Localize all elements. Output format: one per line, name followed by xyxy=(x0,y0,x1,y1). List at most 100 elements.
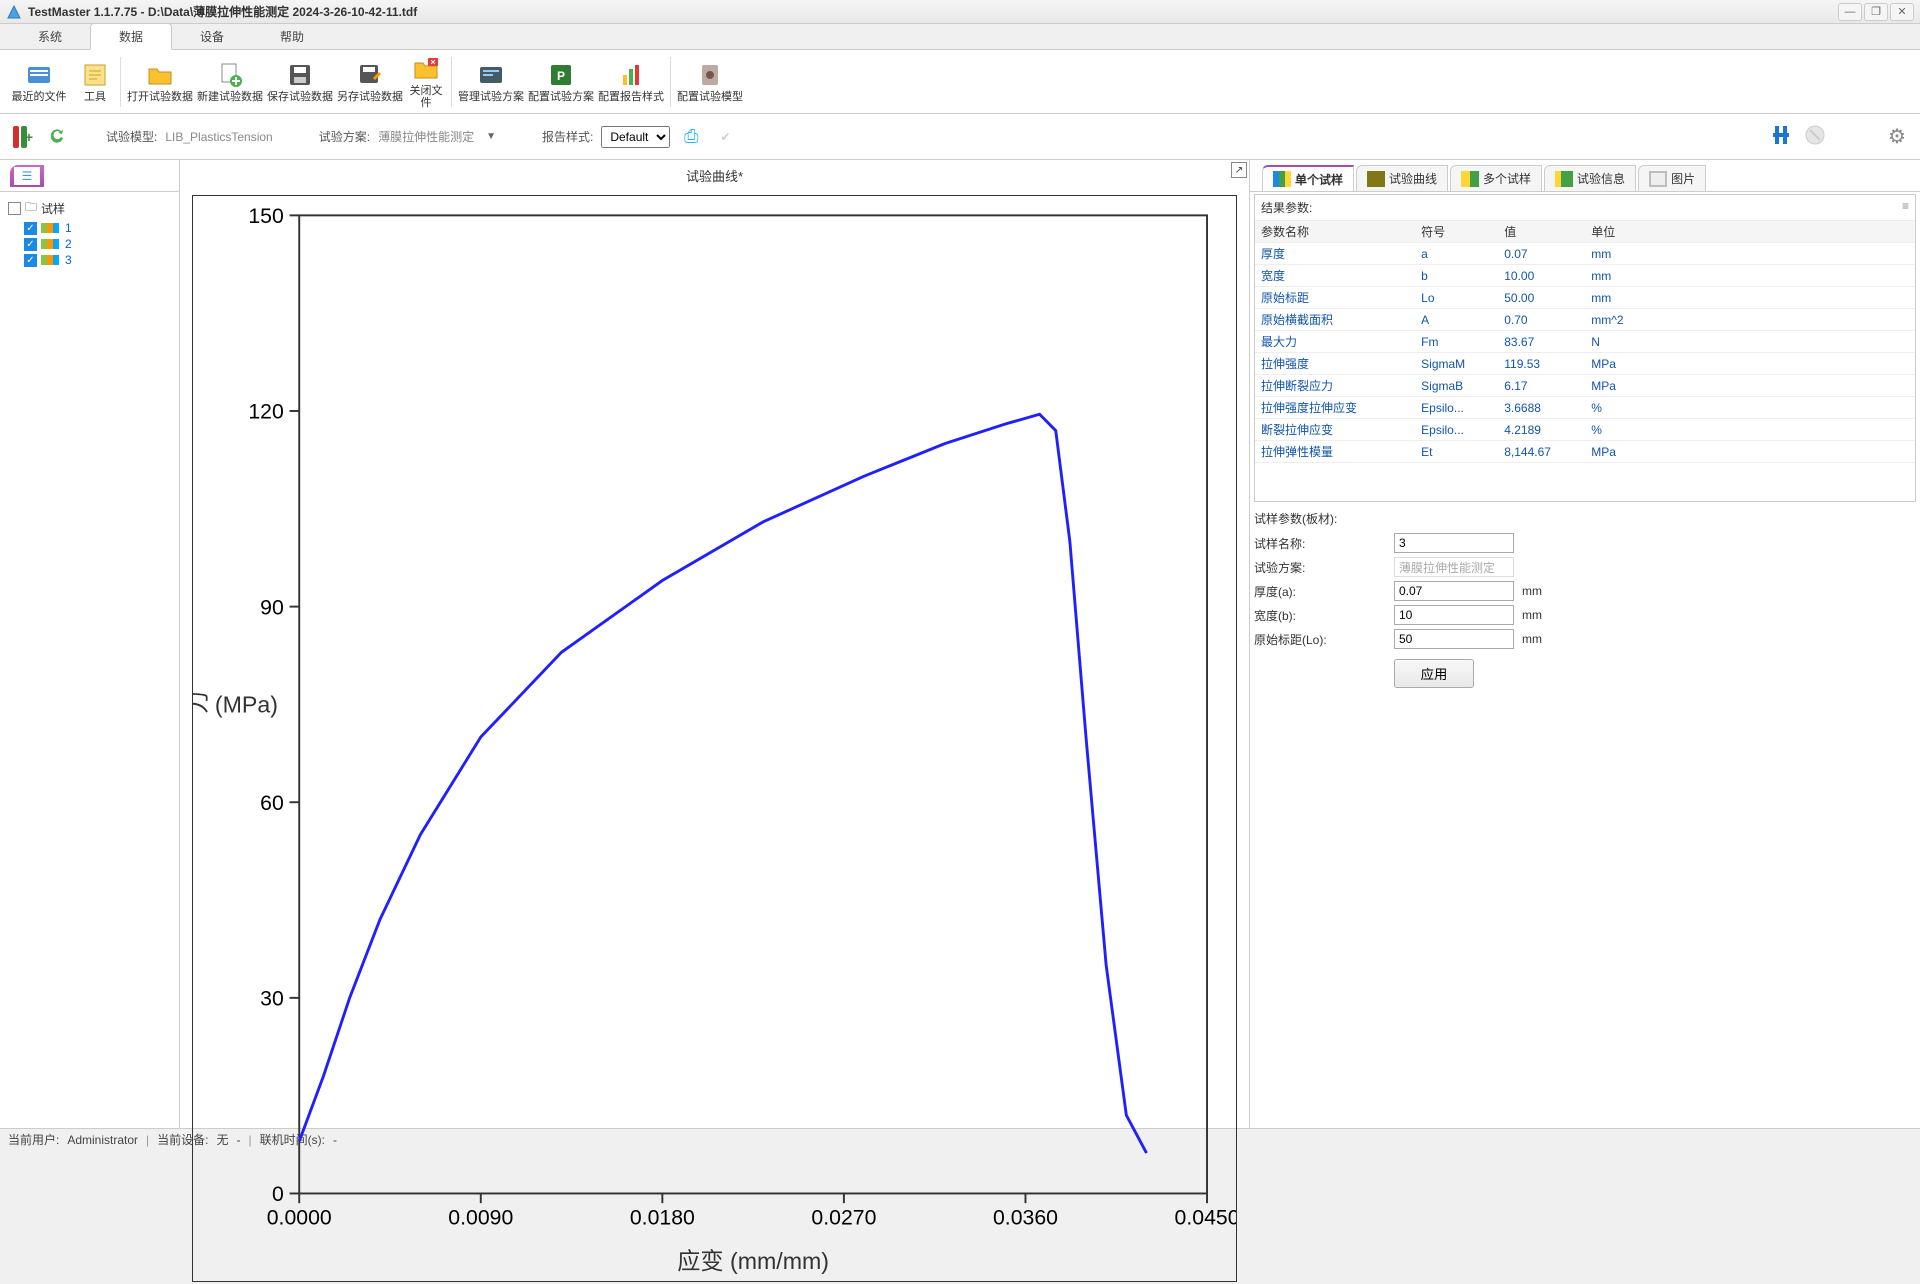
close-file-button[interactable]: 关闭文件 xyxy=(405,52,447,112)
chart-expand-button[interactable]: ↗ xyxy=(1231,162,1247,178)
saveas-icon xyxy=(356,61,384,89)
tree-root-label: 试样 xyxy=(41,200,65,217)
menu-data[interactable]: 数据 xyxy=(90,23,172,50)
sample-scheme-input xyxy=(1394,557,1514,577)
apply-button[interactable]: 应用 xyxy=(1394,659,1474,688)
tree-item[interactable]: ✓3 xyxy=(24,253,171,267)
separator xyxy=(120,57,121,107)
refresh-button[interactable] xyxy=(44,124,70,150)
open-folder-icon xyxy=(146,61,174,89)
results-table: 参数名称 符号 值 单位 厚度a0.07mm宽度b10.00mm原始标距Lo50… xyxy=(1255,221,1915,463)
table-row[interactable]: 拉伸弹性模量Et8,144.67MPa xyxy=(1255,441,1915,463)
device-icon xyxy=(1770,124,1792,149)
specimen-thumb-icon xyxy=(41,223,59,233)
print-icon: ⎙ xyxy=(684,126,698,147)
tree-root-checkbox[interactable] xyxy=(8,202,21,215)
tree-root[interactable]: 🗀 试样 xyxy=(8,198,171,219)
maximize-button[interactable]: ❐ xyxy=(1864,3,1888,21)
specimen-panel-tab[interactable]: ☰ xyxy=(10,165,44,187)
folder-icon: 🗀 xyxy=(25,198,37,219)
specimen-thumb-icon xyxy=(41,255,59,265)
tools-button[interactable]: 工具 xyxy=(74,52,116,112)
table-row[interactable]: 最大力Fm83.67N xyxy=(1255,331,1915,353)
tree-item-checkbox[interactable]: ✓ xyxy=(24,238,37,251)
curve-tab-icon xyxy=(1367,171,1385,187)
tab-single[interactable]: 单个试样 xyxy=(1262,165,1354,191)
status-user-label: 当前用户: xyxy=(8,1131,59,1148)
gauge-unit: mm xyxy=(1522,632,1542,646)
table-row[interactable]: 拉伸强度拉伸应变Epsilo...3.6688% xyxy=(1255,397,1915,419)
width-input[interactable] xyxy=(1394,605,1514,625)
window-title: TestMaster 1.1.7.75 - D:\Data\薄膜拉伸性能测定 2… xyxy=(28,3,1838,20)
tree-item-checkbox[interactable]: ✓ xyxy=(24,254,37,267)
tab-info[interactable]: 试验信息 xyxy=(1544,165,1636,191)
col-unit[interactable]: 单位 xyxy=(1585,221,1651,243)
specimen-thumb-icon xyxy=(41,239,59,249)
config-report-icon xyxy=(617,61,645,89)
gauge-label: 原始标距(Lo): xyxy=(1254,631,1394,648)
svg-text:0: 0 xyxy=(272,1182,284,1206)
tree-item[interactable]: ✓2 xyxy=(24,237,171,251)
refresh-icon xyxy=(47,125,67,148)
svg-text:应变 (mm/mm): 应变 (mm/mm) xyxy=(677,1248,829,1274)
table-row[interactable]: 厚度a0.07mm xyxy=(1255,243,1915,265)
config-scheme-button[interactable]: P 配置试验方案 xyxy=(526,52,596,112)
add-specimen-button[interactable]: + xyxy=(10,124,36,150)
scheme-dropdown[interactable]: ▼ xyxy=(486,131,496,142)
open-data-button[interactable]: 打开试验数据 xyxy=(125,52,195,112)
menu-device[interactable]: 设备 xyxy=(172,24,252,49)
results-section: 结果参数: ≡ 参数名称 符号 值 单位 厚度a0.07mm宽度b10.00mm… xyxy=(1254,194,1916,502)
stop-button[interactable] xyxy=(1802,124,1828,150)
col-value[interactable]: 值 xyxy=(1498,221,1585,243)
thickness-input[interactable] xyxy=(1394,581,1514,601)
device-button[interactable] xyxy=(1768,124,1794,150)
config-report-button[interactable]: 配置报告样式 xyxy=(596,52,666,112)
tab-image[interactable]: 图片 xyxy=(1638,165,1706,191)
save-icon xyxy=(286,61,314,89)
svg-text:0.0450: 0.0450 xyxy=(1175,1205,1236,1229)
status-user-value: Administrator xyxy=(67,1133,138,1147)
list-icon: ☰ xyxy=(14,167,40,185)
svg-text:90: 90 xyxy=(260,595,284,619)
tree-item-checkbox[interactable]: ✓ xyxy=(24,222,37,235)
recent-files-button[interactable]: 最近的文件 xyxy=(4,52,74,112)
check-icon: ✔ xyxy=(720,130,730,144)
col-name[interactable]: 参数名称 xyxy=(1255,221,1415,243)
tab-multi[interactable]: 多个试样 xyxy=(1450,165,1542,191)
manage-scheme-button[interactable]: 管理试验方案 xyxy=(456,52,526,112)
app-icon xyxy=(6,4,22,20)
stop-icon xyxy=(1804,124,1826,149)
settings-button[interactable]: ⚙ xyxy=(1884,124,1910,150)
print-button[interactable]: ⎙ xyxy=(678,124,704,150)
separator xyxy=(670,57,671,107)
model-label: 试验模型: xyxy=(106,128,157,145)
table-row[interactable]: 拉伸断裂应力SigmaB6.17MPa xyxy=(1255,375,1915,397)
table-row[interactable]: 拉伸强度SigmaM119.53MPa xyxy=(1255,353,1915,375)
chart-svg: 03060901201500.00000.00900.01800.02700.0… xyxy=(193,196,1236,1281)
minimize-button[interactable]: — xyxy=(1838,3,1862,21)
close-button[interactable]: ✕ xyxy=(1890,3,1914,21)
tab-curve[interactable]: 试验曲线 xyxy=(1356,165,1448,191)
report-select[interactable]: Default xyxy=(601,126,670,148)
tree-item[interactable]: ✓1 xyxy=(24,221,171,235)
sample-name-input[interactable] xyxy=(1394,533,1514,553)
table-row[interactable]: 宽度b10.00mm xyxy=(1255,265,1915,287)
new-data-button[interactable]: 新建试验数据 xyxy=(195,52,265,112)
model-value: LIB_PlasticsTension xyxy=(165,130,272,144)
table-row[interactable]: 原始标距Lo50.00mm xyxy=(1255,287,1915,309)
table-row[interactable]: 原始横截面积A0.70mm^2 xyxy=(1255,309,1915,331)
check-button[interactable]: ✔ xyxy=(712,124,738,150)
config-model-icon xyxy=(696,61,724,89)
config-model-button[interactable]: 配置试验模型 xyxy=(675,52,745,112)
results-tabs: 单个试样 试验曲线 多个试样 试验信息 图片 xyxy=(1250,160,1920,192)
chart-area[interactable]: 03060901201500.00000.00900.01800.02700.0… xyxy=(192,195,1237,1282)
col-symbol[interactable]: 符号 xyxy=(1415,221,1498,243)
gauge-input[interactable] xyxy=(1394,629,1514,649)
results-menu-button[interactable]: ≡ xyxy=(1902,199,1909,216)
menu-help[interactable]: 帮助 xyxy=(252,24,332,49)
menu-system[interactable]: 系统 xyxy=(10,24,90,49)
table-row[interactable]: 断裂拉伸应变Epsilo...4.2189% xyxy=(1255,419,1915,441)
saveas-data-button[interactable]: 另存试验数据 xyxy=(335,52,405,112)
save-data-button[interactable]: 保存试验数据 xyxy=(265,52,335,112)
secondary-toolbar: + 试验模型: LIB_PlasticsTension 试验方案: 薄膜拉伸性能… xyxy=(0,114,1920,160)
